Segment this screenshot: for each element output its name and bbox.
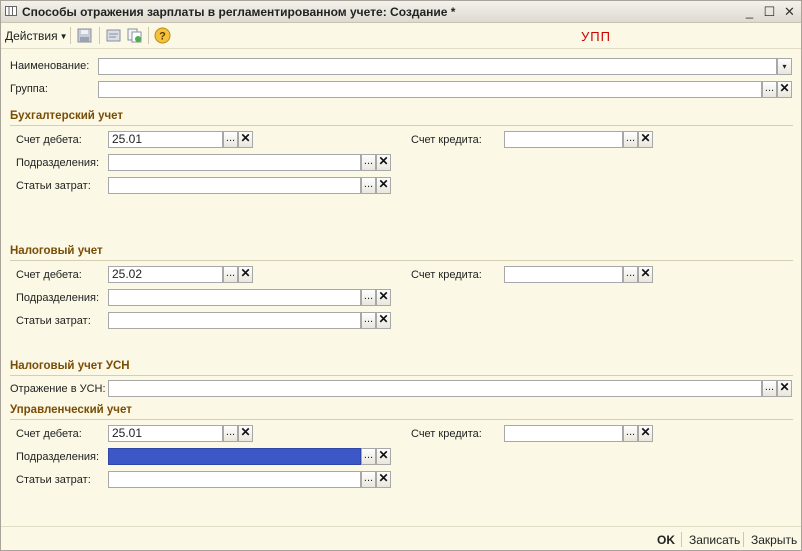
accounting-credit-clear-button[interactable]: ✕ [638,131,653,148]
close-button[interactable]: Закрыть [751,533,797,547]
copy-document-icon[interactable] [126,27,143,44]
maximize-button[interactable]: ☐ [762,4,777,19]
form-footer: OK Записать Закрыть [1,526,801,550]
management-debit-clear-button[interactable]: ✕ [238,425,253,442]
accounting-credit-input[interactable] [504,131,623,148]
accounting-debit-clear-button[interactable]: ✕ [238,131,253,148]
toolbar-separator [70,27,71,44]
accounting-costs-input[interactable] [108,177,361,194]
management-costs-input[interactable] [108,471,361,488]
accounting-debit-select-button[interactable]: ... [223,131,238,148]
help-icon[interactable]: ? [154,27,171,44]
save-button[interactable]: Записать [689,533,740,547]
close-window-button[interactable]: ✕ [782,4,797,19]
management-credit-label: Счет кредита: [411,428,482,440]
tax-section-title: Налоговый учет [10,245,103,257]
toolbar-separator [148,27,149,44]
tax-divisions-select-button[interactable]: ... [361,289,376,306]
accounting-costs-clear-button[interactable]: ✕ [376,177,391,194]
name-label: Наименование: [10,60,90,72]
management-debit-select-button[interactable]: ... [223,425,238,442]
management-credit-clear-button[interactable]: ✕ [638,425,653,442]
accounting-section-title: Бухгалтерский учет [10,110,124,122]
management-section-title: Управленческий учет [10,404,132,416]
chevron-down-icon: ▼ [59,32,68,41]
group-clear-button[interactable]: ✕ [777,81,792,98]
management-divisions-select-button[interactable]: ... [361,448,376,465]
actions-label: Действия [5,29,58,43]
actions-menu-button[interactable]: Действия ▼ [5,29,68,43]
ok-button[interactable]: OK [657,533,675,547]
tax-credit-input[interactable] [504,266,623,283]
accounting-divisions-input[interactable] [108,154,361,171]
tax-debit-label: Счет дебета: [16,269,82,281]
tax-costs-label: Статьи затрат: [16,315,91,327]
accounting-credit-label: Счет кредита: [411,134,482,146]
minimize-button[interactable]: _ [742,4,757,19]
usn-reflection-clear-button[interactable]: ✕ [777,380,792,397]
management-divisions-input[interactable] [108,448,361,465]
management-divisions-clear-button[interactable]: ✕ [376,448,391,465]
toolbar: Действия ▼ ? [1,23,801,49]
accounting-divisions-select-button[interactable]: ... [361,154,376,171]
form-icon [5,6,17,16]
tax-costs-clear-button[interactable]: ✕ [376,312,391,329]
tax-credit-label: Счет кредита: [411,269,482,281]
toolbar-separator [99,27,100,44]
usn-section-title: Налоговый учет УСН [10,360,130,372]
management-debit-label: Счет дебета: [16,428,82,440]
tax-debit-select-button[interactable]: ... [223,266,238,283]
config-watermark: УПП [581,29,611,44]
accounting-costs-select-button[interactable]: ... [361,177,376,194]
tax-divisions-clear-button[interactable]: ✕ [376,289,391,306]
structure-icon[interactable] [105,27,122,44]
management-costs-label: Статьи затрат: [16,474,91,486]
group-label: Группа: [10,83,48,95]
section-divider [10,375,793,376]
accounting-divisions-label: Подразделения: [16,157,100,169]
group-input[interactable] [98,81,762,98]
name-dropdown-button[interactable]: ▾ [777,58,792,75]
svg-text:?: ? [159,31,166,43]
tax-divisions-input[interactable] [108,289,361,306]
window-title: Способы отражения зарплаты в регламентир… [22,5,456,19]
management-debit-input[interactable]: 25.01 [108,425,223,442]
accounting-divisions-clear-button[interactable]: ✕ [376,154,391,171]
tax-costs-input[interactable] [108,312,361,329]
tax-debit-clear-button[interactable]: ✕ [238,266,253,283]
tax-costs-select-button[interactable]: ... [361,312,376,329]
accounting-costs-label: Статьи затрат: [16,180,91,192]
section-divider [10,419,793,420]
management-divisions-label: Подразделения: [16,451,100,463]
name-input[interactable] [98,58,777,75]
form-window: Способы отражения зарплаты в регламентир… [0,0,802,551]
footer-separator [681,532,682,547]
accounting-credit-select-button[interactable]: ... [623,131,638,148]
section-divider [10,260,793,261]
usn-reflection-label: Отражение в УСН: [10,383,106,395]
usn-reflection-input[interactable] [108,380,762,397]
group-select-button[interactable]: ... [762,81,777,98]
tax-credit-clear-button[interactable]: ✕ [638,266,653,283]
accounting-debit-label: Счет дебета: [16,134,82,146]
accounting-debit-input[interactable]: 25.01 [108,131,223,148]
management-costs-select-button[interactable]: ... [361,471,376,488]
tax-credit-select-button[interactable]: ... [623,266,638,283]
footer-separator [743,532,744,547]
tax-debit-input[interactable]: 25.02 [108,266,223,283]
management-credit-select-button[interactable]: ... [623,425,638,442]
management-costs-clear-button[interactable]: ✕ [376,471,391,488]
tax-divisions-label: Подразделения: [16,292,100,304]
title-bar: Способы отражения зарплаты в регламентир… [1,1,801,23]
management-credit-input[interactable] [504,425,623,442]
section-divider [10,125,793,126]
usn-reflection-select-button[interactable]: ... [762,380,777,397]
save-to-disk-icon[interactable] [76,27,93,44]
